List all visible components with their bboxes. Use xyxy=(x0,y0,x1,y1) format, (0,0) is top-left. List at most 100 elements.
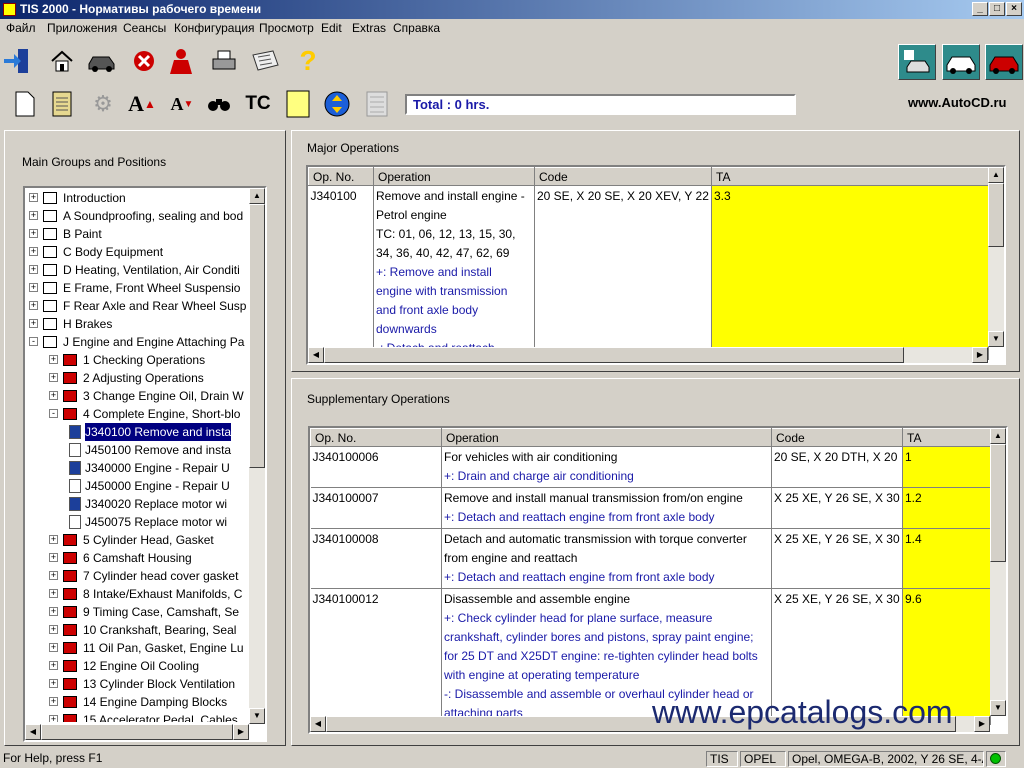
expand-icon[interactable]: + xyxy=(29,229,38,238)
cancel-icon[interactable] xyxy=(129,46,159,76)
tree-item[interactable]: + E Frame, Front Wheel Suspensio xyxy=(25,279,247,297)
supp-scroll-thumb[interactable] xyxy=(990,444,1006,562)
expand-icon[interactable]: + xyxy=(49,571,58,580)
tree-item[interactable]: +14 Engine Damping Blocks xyxy=(25,693,247,711)
expand-icon[interactable]: + xyxy=(49,355,58,364)
vehicle-data-icon[interactable] xyxy=(942,44,980,80)
menu-help[interactable]: Справка xyxy=(393,21,440,35)
supp-header-ta[interactable]: TA xyxy=(902,428,991,447)
user-icon[interactable] xyxy=(166,46,196,76)
note-pad-icon[interactable] xyxy=(283,89,313,119)
supp-scroll-left[interactable]: ◀ xyxy=(310,716,326,732)
major-hscroll-thumb[interactable] xyxy=(324,347,904,363)
expand-icon[interactable]: + xyxy=(29,283,38,292)
tree-item[interactable]: +15 Accelerator Pedal, Cables xyxy=(25,711,247,722)
home-icon[interactable] xyxy=(47,46,77,76)
tree-item[interactable]: J450100 Remove and insta xyxy=(25,441,247,459)
tree-item[interactable]: + Introduction xyxy=(25,189,247,207)
tree-item[interactable]: +10 Crankshaft, Bearing, Seal xyxy=(25,621,247,639)
supp-header-opno[interactable]: Op. No. xyxy=(310,428,442,447)
binoculars-icon[interactable] xyxy=(204,89,234,119)
tree-item[interactable]: +2 Adjusting Operations xyxy=(25,369,247,387)
tree-item[interactable]: + H Brakes xyxy=(25,315,247,333)
font-larger-icon[interactable]: A ▲ xyxy=(127,89,157,119)
expand-icon[interactable]: + xyxy=(29,265,38,274)
expand-icon[interactable]: + xyxy=(49,715,58,722)
vehicle-selection-icon[interactable] xyxy=(898,44,936,80)
expand-icon[interactable]: + xyxy=(49,373,58,382)
tree-item[interactable]: +11 Oil Pan, Gasket, Engine Lu xyxy=(25,639,247,657)
expand-icon[interactable]: + xyxy=(29,211,38,220)
tree-item[interactable]: + D Heating, Ventilation, Air Conditi xyxy=(25,261,247,279)
supp-vscrollbar[interactable]: ▲ ▼ xyxy=(990,428,1006,716)
major-scroll-down[interactable]: ▼ xyxy=(988,331,1004,347)
scroll-updown-icon[interactable] xyxy=(322,89,352,119)
expand-icon[interactable]: + xyxy=(49,391,58,400)
tree-item[interactable]: +7 Cylinder head cover gasket xyxy=(25,567,247,585)
tree-item[interactable]: +12 Engine Oil Cooling xyxy=(25,657,247,675)
menu-extras[interactable]: Extras xyxy=(352,21,386,35)
expand-icon[interactable]: + xyxy=(49,661,58,670)
expand-icon[interactable]: + xyxy=(49,607,58,616)
collapse-icon[interactable]: - xyxy=(49,409,58,418)
print-icon[interactable] xyxy=(209,46,239,76)
expand-icon[interactable]: + xyxy=(49,697,58,706)
tree-item[interactable]: +3 Change Engine Oil, Drain W xyxy=(25,387,247,405)
expand-icon[interactable]: + xyxy=(29,319,38,328)
tree-scroll-left[interactable]: ◀ xyxy=(25,724,41,740)
tree-item[interactable]: +6 Camshaft Housing xyxy=(25,549,247,567)
tc-button[interactable]: TC xyxy=(243,89,273,119)
expand-icon[interactable]: + xyxy=(49,535,58,544)
major-scroll-right[interactable]: ▶ xyxy=(972,347,988,363)
supp-scroll-down[interactable]: ▼ xyxy=(990,700,1006,716)
tree-item[interactable]: +8 Intake/Exhaust Manifolds, C xyxy=(25,585,247,603)
menu-configuration[interactable]: Конфигурация xyxy=(174,21,255,35)
tree-item[interactable]: J450000 Engine - Repair U xyxy=(25,477,247,495)
tree-item[interactable]: + B Paint xyxy=(25,225,247,243)
close-button[interactable]: × xyxy=(1006,2,1022,16)
major-header-code[interactable]: Code xyxy=(534,167,712,186)
table-row[interactable]: J340100007 Remove and install manual tran… xyxy=(310,487,991,529)
exit-icon[interactable] xyxy=(2,46,32,76)
tree-item[interactable]: J340100 Remove and insta xyxy=(25,422,247,442)
tree-hscrollbar[interactable]: ◀ ▶ xyxy=(25,724,249,740)
table-row[interactable]: J340100 Remove and install engine - Petr… xyxy=(308,185,989,360)
collapse-icon[interactable]: - xyxy=(29,337,38,346)
tree-item[interactable]: + A Soundproofing, sealing and bod xyxy=(25,207,247,225)
major-hscrollbar[interactable]: ◀ ▶ xyxy=(308,347,988,363)
tree-item[interactable]: + F Rear Axle and Rear Wheel Susp xyxy=(25,297,247,315)
table-row[interactable]: J340100008 Detach and automatic transmiss… xyxy=(310,528,991,589)
supp-header-operation[interactable]: Operation xyxy=(441,428,772,447)
supp-scroll-right[interactable]: ▶ xyxy=(974,716,990,732)
tree-item[interactable]: - J Engine and Engine Attaching Pa xyxy=(25,333,247,351)
menu-edit[interactable]: Edit xyxy=(321,21,342,35)
expand-icon[interactable]: + xyxy=(29,301,38,310)
tree-item[interactable]: +1 Checking Operations xyxy=(25,351,247,369)
expand-icon[interactable]: + xyxy=(49,553,58,562)
tree-item[interactable]: + C Body Equipment xyxy=(25,243,247,261)
car-icon[interactable] xyxy=(86,46,116,76)
tree-item[interactable]: - 4 Complete Engine, Short-blo xyxy=(25,405,247,423)
font-smaller-icon[interactable]: A ▼ xyxy=(167,89,197,119)
tree-item[interactable]: J340020 Replace motor wi xyxy=(25,495,247,513)
tree-scroll-thumb[interactable] xyxy=(249,204,265,468)
supp-header-code[interactable]: Code xyxy=(771,428,903,447)
expand-icon[interactable]: + xyxy=(29,247,38,256)
table-row[interactable]: J340100006 For vehicles with air conditio… xyxy=(310,446,991,488)
menu-applications[interactable]: Приложения xyxy=(47,21,117,35)
menu-file[interactable]: Файл xyxy=(6,21,36,35)
help-icon[interactable]: ? xyxy=(293,45,323,76)
minimize-button[interactable]: _ xyxy=(972,2,988,16)
tree-item[interactable]: +13 Cylinder Block Ventilation xyxy=(25,675,247,693)
major-scroll-thumb[interactable] xyxy=(988,183,1004,247)
expand-icon[interactable]: + xyxy=(49,679,58,688)
major-vscrollbar[interactable]: ▲ ▼ xyxy=(988,167,1004,347)
maximize-button[interactable]: □ xyxy=(989,2,1005,16)
notes-icon[interactable] xyxy=(47,89,77,119)
major-scroll-left[interactable]: ◀ xyxy=(308,347,324,363)
tree-vscrollbar[interactable]: ▲ ▼ xyxy=(249,188,265,724)
major-header-ta[interactable]: TA xyxy=(711,167,989,186)
tree-item[interactable]: J450075 Replace motor wi xyxy=(25,513,247,531)
tree-hscroll-thumb[interactable] xyxy=(41,724,233,740)
tree-scroll-up[interactable]: ▲ xyxy=(249,188,265,204)
